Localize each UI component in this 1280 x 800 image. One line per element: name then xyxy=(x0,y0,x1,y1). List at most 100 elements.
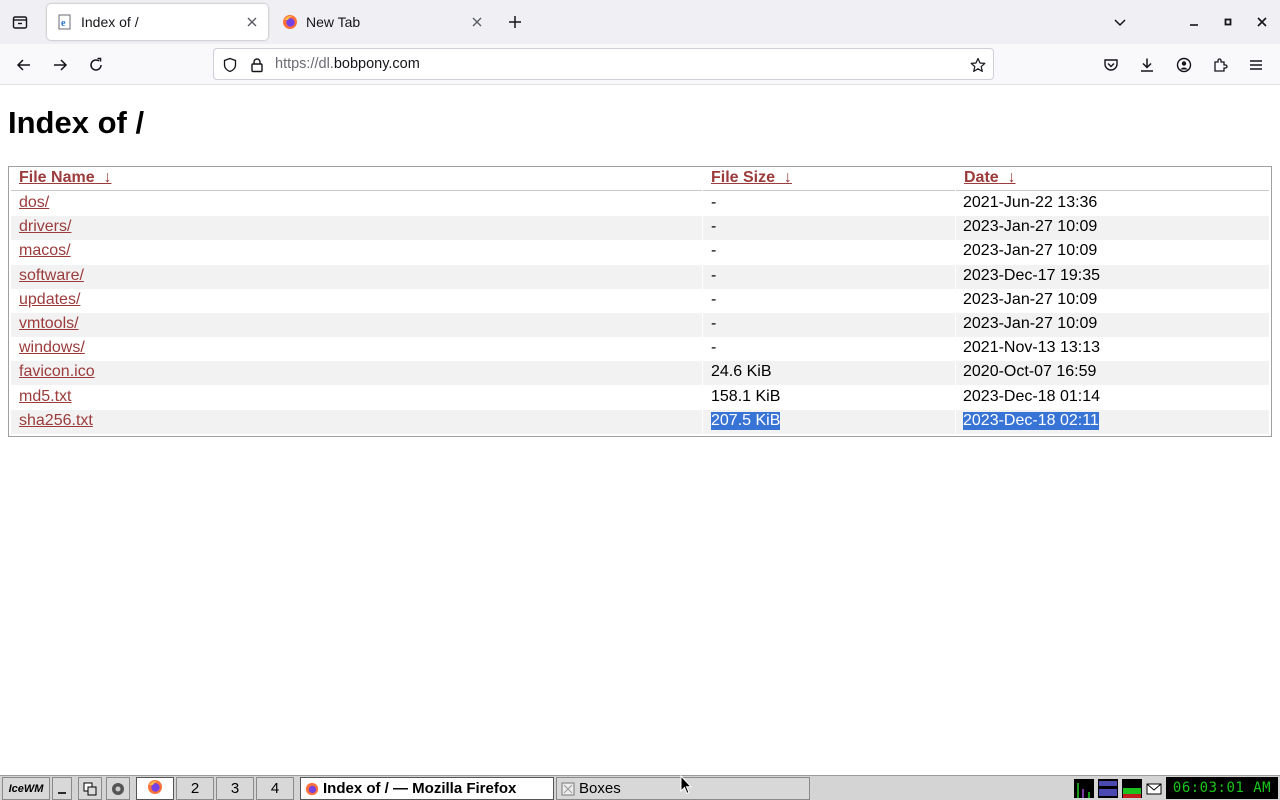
account-icon[interactable] xyxy=(1171,52,1197,78)
file-name-link[interactable]: windows/ xyxy=(19,339,85,357)
screen: e Index of / New Tab https://dl.bobpony.… xyxy=(0,0,1280,800)
file-size-cell: 24.6 KiB xyxy=(711,363,772,380)
list-all-tabs-chevron-icon[interactable] xyxy=(1108,10,1132,34)
cpu-monitor-icon xyxy=(1074,779,1094,798)
boxes-app-icon xyxy=(561,782,575,796)
close-tab-icon[interactable] xyxy=(242,12,262,32)
file-size-cell: - xyxy=(711,315,717,332)
file-name-link[interactable]: md5.txt xyxy=(19,388,71,406)
file-size-cell: - xyxy=(711,242,717,259)
sort-by-name-link[interactable]: File Name ↓ xyxy=(19,169,111,186)
window-list-icon[interactable] xyxy=(78,777,102,800)
date-cell: 2023-Jan-27 10:09 xyxy=(963,218,1098,235)
address-bar[interactable]: https://dl.bobpony.com xyxy=(213,48,994,80)
date-cell: 2021-Jun-22 13:36 xyxy=(963,194,1098,211)
back-arrow-icon[interactable] xyxy=(11,52,37,78)
date-cell: 2020-Oct-07 16:59 xyxy=(963,363,1097,380)
bookmark-star-icon[interactable] xyxy=(968,55,988,75)
workspace-4-button[interactable]: 4 xyxy=(256,777,294,800)
file-size-cell: - xyxy=(711,194,717,211)
file-name-link[interactable]: software/ xyxy=(19,267,84,285)
workspace-1-button[interactable] xyxy=(136,777,174,800)
start-menu-button[interactable]: IceWM xyxy=(2,777,50,800)
app-menu-hamburger-icon[interactable] xyxy=(1243,52,1269,78)
file-size-cell: - xyxy=(711,339,717,356)
file-size-cell: 158.1 KiB xyxy=(711,388,781,405)
tab-index[interactable]: e Index of / xyxy=(47,4,268,40)
file-size-cell: 207.5 KiB xyxy=(711,412,781,430)
table-row: md5.txt 158.1 KiB 2023-Dec-18 01:14 xyxy=(11,386,1269,410)
clock[interactable]: 06:03:01 AM xyxy=(1166,777,1278,799)
minimize-icon[interactable] xyxy=(1182,10,1206,34)
date-cell: 2023-Dec-18 02:11 xyxy=(963,412,1099,430)
new-tab-plus-icon[interactable] xyxy=(503,10,527,34)
date-cell: 2023-Jan-27 10:09 xyxy=(963,315,1098,332)
file-name-link[interactable]: updates/ xyxy=(19,291,80,309)
date-cell: 2023-Dec-17 19:35 xyxy=(963,267,1100,284)
svg-text:e: e xyxy=(61,18,66,29)
tab-title: New Tab xyxy=(306,14,361,30)
forward-arrow-icon[interactable] xyxy=(47,52,73,78)
firefox-icon xyxy=(305,782,319,796)
network-monitor-icon xyxy=(1098,779,1118,798)
show-desktop-icon[interactable] xyxy=(52,777,72,800)
navigation-toolbar: https://dl.bobpony.com xyxy=(0,44,1280,85)
table-row: windows/ - 2021-Nov-13 13:13 xyxy=(11,337,1269,361)
firefox-icon xyxy=(282,14,298,30)
file-size-cell: - xyxy=(711,218,717,235)
page-title: Index of / xyxy=(8,105,145,140)
taskbar: IceWM 2 3 4 Index of / — Mozilla Firefox xyxy=(0,775,1280,800)
firefox-view-icon[interactable] xyxy=(8,10,32,34)
sort-by-date-link[interactable]: Date ↓ xyxy=(964,169,1016,186)
file-name-link[interactable]: vmtools/ xyxy=(19,315,79,333)
table-row: software/ - 2023-Dec-17 19:35 xyxy=(11,265,1269,289)
header-divider xyxy=(11,190,1269,191)
workspace-2-button[interactable]: 2 xyxy=(176,777,214,800)
close-window-icon[interactable] xyxy=(1250,10,1274,34)
downloads-icon[interactable] xyxy=(1134,52,1160,78)
file-size-cell: - xyxy=(711,291,717,308)
maximize-icon[interactable] xyxy=(1216,10,1240,34)
tab-new-tab[interactable]: New Tab xyxy=(272,4,493,40)
tracking-protection-shield-icon[interactable] xyxy=(220,55,240,75)
table-row: macos/ - 2023-Jan-27 10:09 xyxy=(11,240,1269,264)
date-cell: 2023-Jan-27 10:09 xyxy=(963,291,1098,308)
file-name-link[interactable]: dos/ xyxy=(19,194,49,212)
url-text[interactable]: https://dl.bobpony.com xyxy=(275,56,420,72)
column-header-file-name[interactable]: File Name ↓ xyxy=(19,169,111,187)
date-cell: 2021-Nov-13 13:13 xyxy=(963,339,1100,356)
date-cell: 2023-Dec-18 01:14 xyxy=(963,388,1100,405)
pocket-icon[interactable] xyxy=(1098,52,1124,78)
column-separator xyxy=(702,167,703,435)
ie-page-icon: e xyxy=(57,14,73,30)
table-row: updates/ - 2023-Jan-27 10:09 xyxy=(11,289,1269,313)
file-size-cell: - xyxy=(711,267,717,284)
column-header-file-size[interactable]: File Size ↓ xyxy=(711,169,792,187)
table-row: dos/ - 2021-Jun-22 13:36 xyxy=(11,192,1269,216)
task-firefox[interactable]: Index of / — Mozilla Firefox xyxy=(300,777,554,800)
close-tab-icon[interactable] xyxy=(467,12,487,32)
tab-title: Index of / xyxy=(81,14,139,30)
file-name-link[interactable]: sha256.txt xyxy=(19,412,93,430)
file-name-link[interactable]: drivers/ xyxy=(19,218,71,236)
file-name-link[interactable]: macos/ xyxy=(19,242,71,260)
column-header-date[interactable]: Date ↓ xyxy=(964,169,1016,187)
extensions-puzzle-icon[interactable] xyxy=(1207,52,1233,78)
sort-by-size-link[interactable]: File Size ↓ xyxy=(711,169,792,186)
firefox-icon xyxy=(147,779,163,799)
table-row: vmtools/ - 2023-Jan-27 10:09 xyxy=(11,313,1269,337)
lock-icon[interactable] xyxy=(247,55,267,75)
reload-icon[interactable] xyxy=(83,52,109,78)
table-row: drivers/ - 2023-Jan-27 10:09 xyxy=(11,216,1269,240)
file-name-link[interactable]: favicon.ico xyxy=(19,363,95,381)
workspace-3-button[interactable]: 3 xyxy=(216,777,254,800)
mail-icon[interactable] xyxy=(1145,779,1163,798)
tab-strip: e Index of / New Tab xyxy=(0,0,1280,44)
page-content: Index of / File Name ↓ File Size ↓ Date … xyxy=(0,85,1280,775)
column-separator xyxy=(955,167,956,435)
table-row: sha256.txt 207.5 KiB 2023-Dec-18 02:11 xyxy=(11,410,1269,434)
mouse-cursor-icon xyxy=(680,774,693,800)
table-row: favicon.ico 24.6 KiB 2020-Oct-07 16:59 xyxy=(11,361,1269,385)
date-cell: 2023-Jan-27 10:09 xyxy=(963,242,1098,259)
system-settings-icon[interactable] xyxy=(106,777,130,800)
